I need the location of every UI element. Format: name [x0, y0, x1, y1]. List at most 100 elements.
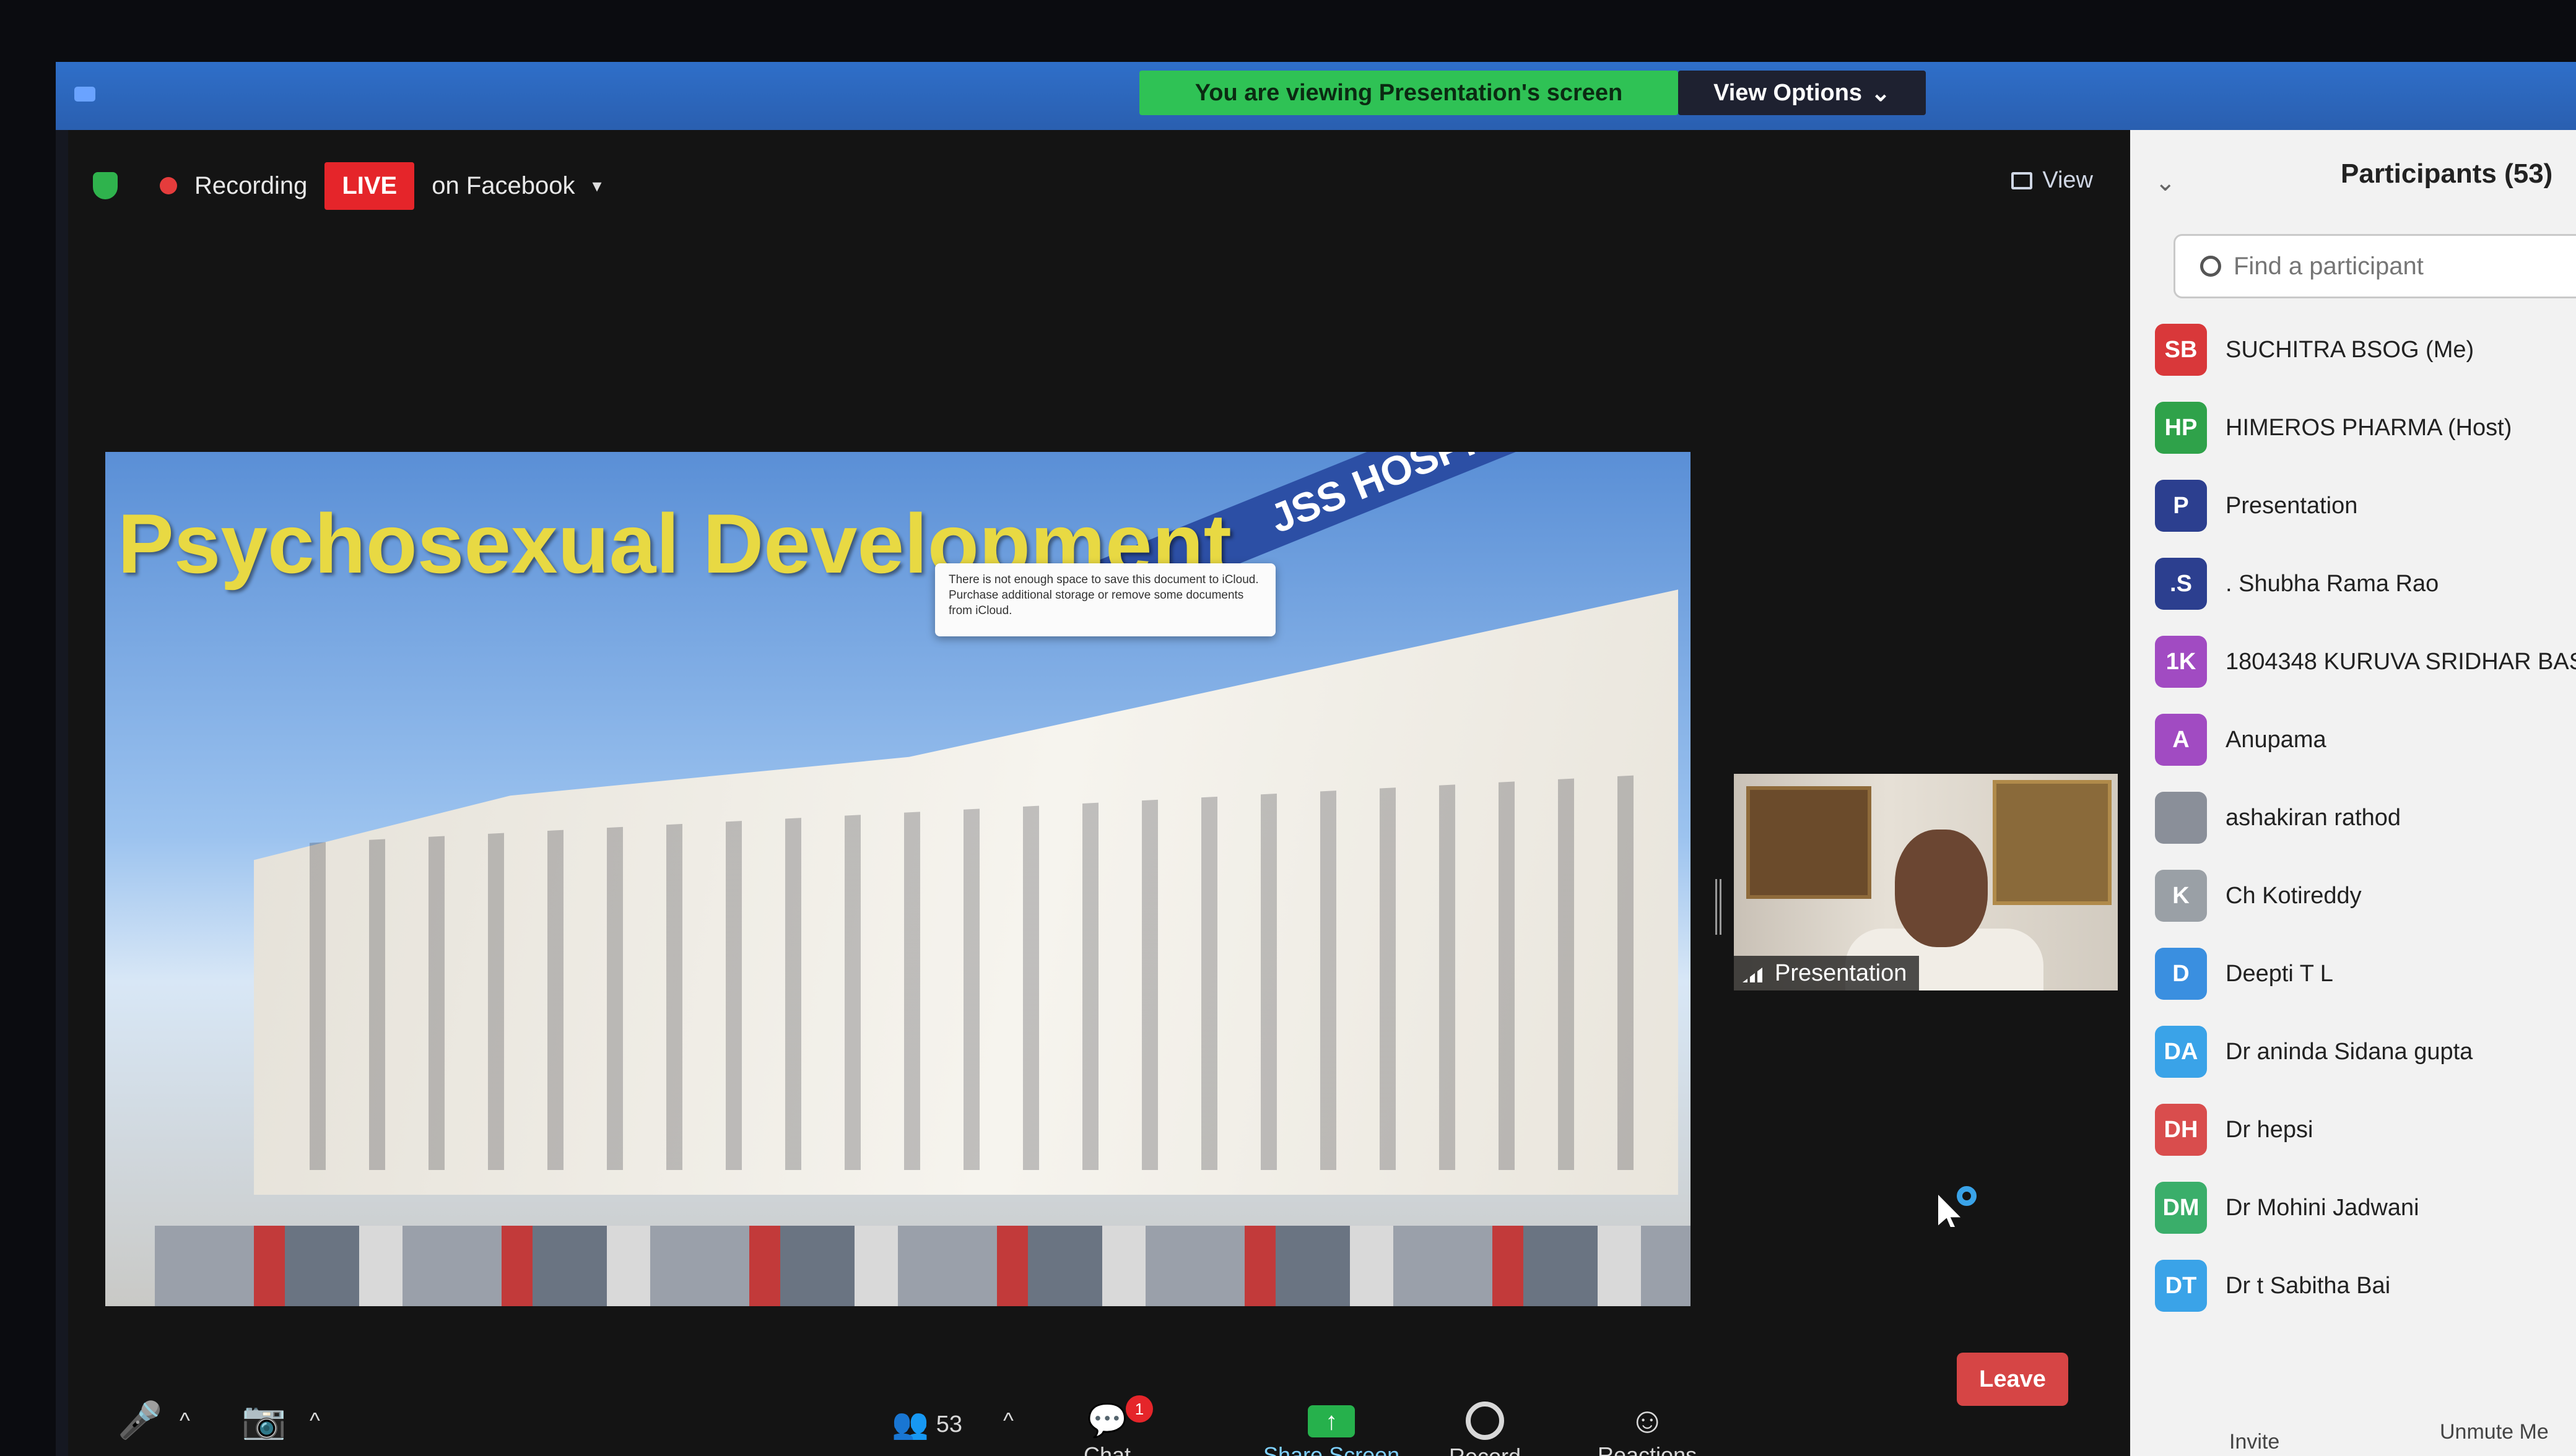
participant-name: . Shubha Rama Rao	[2226, 570, 2439, 597]
viewing-screen-banner: You are viewing Presentation's screen	[1139, 71, 1678, 115]
reactions-button[interactable]: ☺ Reactions	[1598, 1399, 1697, 1456]
meeting-area: Recording LIVE on Facebook ▾ View JSS HO…	[68, 130, 2130, 1456]
meeting-status-bar: Recording LIVE on Facebook ▾	[93, 155, 602, 217]
wall-painting-left	[1746, 786, 1871, 899]
participant-name: Deepti T L	[2226, 960, 2333, 987]
participants-list: SB SUCHITRA BSOG (Me) HP HIMEROS PHARMA (H…	[2155, 311, 2576, 1325]
participants-panel: ⌄ Participants (53) SB SUCHITRA BSOG (Me)…	[2130, 130, 2576, 1456]
participants-panel-footer: Invite Unmute Me	[2130, 1420, 2576, 1456]
video-camera-off-icon: 📷	[242, 1400, 287, 1441]
participants-count: 53	[936, 1411, 963, 1437]
participants-options-caret-icon[interactable]: ^	[1003, 1408, 1014, 1434]
participant-name: Dr aninda Sidana gupta	[2226, 1038, 2473, 1065]
participant-photo-avatar	[2155, 792, 2207, 844]
reactions-label: Reactions	[1598, 1442, 1697, 1456]
participant-avatar: D	[2155, 948, 2207, 1000]
participant-row[interactable]: SB SUCHITRA BSOG (Me)	[2155, 311, 2576, 389]
participant-name: Dr hepsi	[2226, 1116, 2313, 1143]
participant-name: HIMEROS PHARMA (Host)	[2226, 414, 2512, 441]
people-icon: 👥	[892, 1408, 929, 1441]
chat-label: Chat	[1084, 1442, 1131, 1456]
video-options-caret-icon[interactable]: ^	[310, 1408, 320, 1434]
meeting-toolbar: 🎤 ^ 📷 ^ 👥 53 ^ 💬 1 Chat ↑ Share Screen R…	[68, 1395, 2130, 1456]
participant-row[interactable]: DT Dr t Sabitha Bai	[2155, 1247, 2576, 1325]
participant-name: Ch Kotireddy	[2226, 882, 2362, 909]
participant-avatar: 1K	[2155, 636, 2207, 688]
video-name-label: Presentation	[1734, 956, 1920, 990]
participant-name: 1804348 KURUVA SRIDHAR BAS...	[2226, 648, 2576, 675]
zoom-app-icon	[74, 87, 95, 102]
security-shield-icon[interactable]	[93, 172, 118, 199]
chat-unread-badge: 1	[1126, 1395, 1153, 1423]
participant-row[interactable]: DH Dr hepsi	[2155, 1091, 2576, 1169]
invite-button[interactable]: Invite	[2229, 1430, 2279, 1454]
collapse-chevron-icon[interactable]: ⌄	[2155, 168, 2176, 197]
participant-row[interactable]: 1K 1804348 KURUVA SRIDHAR BAS...	[2155, 623, 2576, 701]
leave-meeting-button[interactable]: Leave	[1957, 1353, 2068, 1406]
viewing-banner-text: You are viewing Presentation's screen	[1194, 79, 1623, 106]
view-button[interactable]: View	[2011, 167, 2093, 194]
participant-avatar: K	[2155, 870, 2207, 922]
panel-splitter-handle[interactable]	[1715, 879, 1721, 935]
dropdown-caret-icon[interactable]: ▾	[593, 175, 602, 197]
share-screen-button[interactable]: ↑ Share Screen	[1263, 1399, 1399, 1456]
chat-button[interactable]: 💬 1 Chat	[1084, 1395, 1153, 1456]
participant-row[interactable]: DM Dr Mohini Jadwani	[2155, 1169, 2576, 1247]
recording-label: Recording	[194, 171, 308, 199]
grid-view-icon	[2011, 171, 2033, 189]
participants-button[interactable]: 👥 53	[892, 1403, 962, 1446]
record-icon	[1466, 1402, 1505, 1440]
participant-row[interactable]: DA Dr aninda Sidana gupta	[2155, 1013, 2576, 1091]
participant-row[interactable]: HP HIMEROS PHARMA (Host)	[2155, 389, 2576, 467]
participant-name: Dr Mohini Jadwani	[2226, 1194, 2419, 1221]
share-screen-label: Share Screen	[1263, 1442, 1400, 1456]
view-options-button[interactable]: View Options ⌄	[1678, 71, 1926, 115]
participant-search-input[interactable]	[2232, 251, 2557, 281]
live-platform-label[interactable]: on Facebook	[432, 172, 575, 200]
busy-spinner-icon	[1957, 1186, 1977, 1206]
recording-dot-icon	[160, 177, 177, 194]
participant-row[interactable]: ashakiran rathod	[2155, 779, 2576, 857]
smiley-reaction-icon: ☺	[1629, 1400, 1666, 1441]
participant-avatar: DH	[2155, 1104, 2207, 1156]
wall-painting-right	[1993, 780, 2112, 905]
unmute-me-button[interactable]: Unmute Me	[2440, 1420, 2549, 1444]
participant-row[interactable]: K Ch Kotireddy	[2155, 857, 2576, 935]
hospital-sign-text: JSS HOSPITAL	[1263, 452, 1552, 542]
parked-cars	[155, 1226, 1690, 1306]
participant-row[interactable]: P Presentation	[2155, 467, 2576, 545]
participant-avatar: DT	[2155, 1260, 2207, 1312]
participant-row[interactable]: D Deepti T L	[2155, 935, 2576, 1013]
window-title-bar: You are viewing Presentation's screen Vi…	[56, 62, 2576, 130]
view-label: View	[2042, 167, 2093, 193]
search-icon	[2200, 256, 2221, 277]
participants-panel-header: ⌄ Participants (53)	[2130, 130, 2576, 223]
presenter-video-tile[interactable]: Presentation	[1734, 774, 2118, 990]
mute-options-caret-icon[interactable]: ^	[180, 1408, 190, 1434]
participant-name: Dr t Sabitha Bai	[2226, 1272, 2391, 1299]
record-button[interactable]: Record	[1449, 1399, 1521, 1456]
participant-name: SUCHITRA BSOG (Me)	[2226, 336, 2474, 363]
presenter-head	[1895, 830, 1988, 947]
share-arrow-icon: ↑	[1308, 1405, 1355, 1437]
mute-button[interactable]: 🎤	[118, 1399, 162, 1442]
participant-search-box[interactable]	[2174, 234, 2576, 298]
participant-row[interactable]: .S . Shubha Rama Rao	[2155, 545, 2576, 623]
participant-name: Anupama	[2226, 726, 2326, 753]
stop-video-button[interactable]: 📷	[242, 1399, 286, 1442]
shared-screen-slide: JSS HOSPITAL Psychosexual Development Th…	[105, 452, 1690, 1306]
microphone-muted-icon: 🎤	[118, 1400, 163, 1441]
participant-avatar: SB	[2155, 324, 2207, 376]
record-label: Record	[1449, 1444, 1521, 1456]
video-participant-name: Presentation	[1775, 960, 1907, 986]
connection-signal-icon	[1743, 964, 1767, 982]
participant-row[interactable]: A Anupama	[2155, 701, 2576, 779]
live-badge[interactable]: LIVE	[324, 162, 415, 210]
chevron-down-icon: ⌄	[1871, 80, 1891, 106]
participant-name: ashakiran rathod	[2226, 804, 2401, 831]
participant-avatar: HP	[2155, 402, 2207, 454]
participant-avatar: .S	[2155, 558, 2207, 610]
view-options-label: View Options	[1713, 79, 1863, 106]
participant-avatar: DA	[2155, 1026, 2207, 1078]
icloud-storage-popup: There is not enough space to save this d…	[935, 563, 1276, 636]
